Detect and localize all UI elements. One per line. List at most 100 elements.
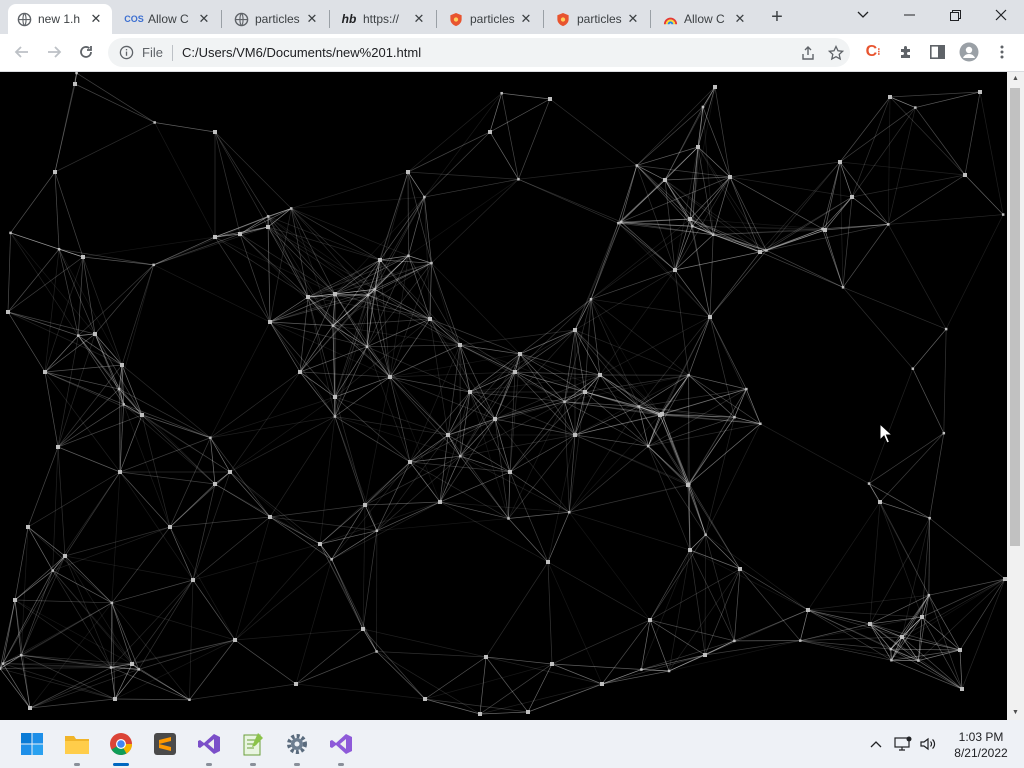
reload-button[interactable] bbox=[74, 40, 98, 64]
minimize-button[interactable] bbox=[886, 0, 932, 30]
particle-link bbox=[891, 659, 963, 690]
close-icon[interactable]: ✕ bbox=[196, 11, 212, 27]
particle-node bbox=[137, 668, 141, 671]
particle-node bbox=[928, 516, 931, 520]
restore-button[interactable] bbox=[932, 0, 978, 30]
close-icon[interactable]: ✕ bbox=[732, 11, 748, 27]
chevron-down-icon bbox=[857, 11, 869, 18]
particle-link bbox=[376, 651, 487, 658]
particle-node bbox=[388, 375, 392, 379]
page-viewport[interactable] bbox=[0, 72, 1007, 720]
particle-node bbox=[728, 175, 732, 179]
particle-node bbox=[878, 500, 882, 504]
chevron-up-icon[interactable] bbox=[866, 734, 886, 754]
taskbar-indicator bbox=[338, 763, 344, 766]
info-icon[interactable] bbox=[118, 45, 134, 61]
particle-link bbox=[366, 346, 391, 378]
particle-link bbox=[20, 555, 66, 656]
side-panel-icon[interactable] bbox=[925, 40, 949, 64]
particle-node bbox=[408, 460, 412, 464]
new-tab-button[interactable]: + bbox=[766, 6, 788, 28]
volume-icon[interactable] bbox=[918, 734, 938, 754]
particle-link bbox=[584, 299, 592, 393]
particle-link bbox=[739, 568, 801, 641]
tab-particles-1[interactable]: particles ✕ bbox=[225, 4, 328, 34]
particle-node bbox=[266, 215, 270, 218]
system-clock[interactable]: 1:03 PM 8/21/2022 bbox=[944, 729, 1018, 761]
particle-link bbox=[367, 294, 431, 320]
forward-button[interactable] bbox=[42, 40, 66, 64]
extension-c-icon[interactable]: C ⁝ bbox=[861, 40, 885, 64]
particle-link bbox=[945, 214, 1004, 330]
close-icon[interactable]: ✕ bbox=[88, 11, 104, 27]
taskbar-notepad-plus-plus[interactable] bbox=[237, 728, 269, 760]
particle-node bbox=[704, 533, 707, 536]
tab-new-1[interactable]: new 1.h ✕ bbox=[8, 4, 112, 34]
particle-node bbox=[484, 655, 488, 659]
particle-link bbox=[407, 92, 502, 173]
puzzle-icon[interactable] bbox=[894, 40, 918, 64]
taskbar-visual-studio-2[interactable] bbox=[325, 728, 357, 760]
vertical-scrollbar[interactable]: ▲ ▼ bbox=[1007, 72, 1024, 720]
particle-link bbox=[111, 602, 140, 670]
particle-node bbox=[468, 390, 472, 394]
particle-link bbox=[295, 651, 377, 685]
particle-link bbox=[494, 418, 576, 436]
tab-allow-2[interactable]: Allow C ✕ bbox=[654, 4, 756, 34]
scroll-down-icon[interactable]: ▼ bbox=[1007, 706, 1024, 720]
taskbar-sublime[interactable] bbox=[149, 728, 181, 760]
scroll-up-icon[interactable]: ▲ bbox=[1007, 72, 1024, 86]
browser-toolbar: File C:/Users/VM6/Documents/new%201.html… bbox=[0, 34, 1024, 72]
particle-link bbox=[429, 318, 449, 436]
scheme-label: File bbox=[142, 45, 163, 60]
particle-node bbox=[841, 286, 845, 289]
particle-link bbox=[891, 595, 930, 661]
particle-link bbox=[54, 72, 77, 173]
particle-link bbox=[918, 595, 930, 661]
particle-node bbox=[152, 263, 155, 267]
particle-node bbox=[188, 698, 191, 701]
particle-link bbox=[638, 374, 689, 407]
particle-link bbox=[509, 471, 549, 563]
tab-particles-3[interactable]: particles ✕ bbox=[547, 4, 649, 34]
menu-kebab-icon[interactable] bbox=[990, 40, 1014, 64]
particle-node bbox=[546, 560, 550, 564]
particle-link bbox=[10, 171, 56, 234]
particle-link bbox=[688, 374, 735, 418]
particle-link bbox=[291, 196, 425, 209]
profile-avatar-icon[interactable] bbox=[957, 40, 981, 64]
taskbar-settings[interactable] bbox=[281, 728, 313, 760]
tab-hb[interactable]: hb https:// ✕ bbox=[333, 4, 435, 34]
particle-node bbox=[867, 482, 871, 485]
particle-node bbox=[917, 659, 920, 662]
close-icon[interactable]: ✕ bbox=[411, 11, 427, 27]
close-icon[interactable]: ✕ bbox=[304, 11, 320, 27]
particle-link bbox=[439, 501, 549, 563]
tab-search-button[interactable] bbox=[840, 0, 886, 30]
particle-link bbox=[379, 196, 425, 261]
tab-title: particles bbox=[577, 12, 622, 26]
address-bar[interactable]: File C:/Users/VM6/Documents/new%201.html bbox=[108, 38, 850, 67]
start-button[interactable] bbox=[16, 728, 48, 760]
particle-link bbox=[729, 161, 841, 178]
particle-link bbox=[807, 594, 929, 611]
back-button[interactable] bbox=[10, 40, 34, 64]
close-icon[interactable]: ✕ bbox=[518, 11, 534, 27]
particle-node bbox=[6, 310, 10, 314]
url-text[interactable]: C:/Users/VM6/Documents/new%201.html bbox=[182, 45, 794, 60]
share-icon[interactable] bbox=[794, 41, 822, 65]
particle-link bbox=[82, 256, 96, 335]
star-icon[interactable] bbox=[822, 41, 850, 65]
scrollbar-thumb[interactable] bbox=[1010, 88, 1020, 546]
tab-allow-1[interactable]: COS Allow C ✕ bbox=[118, 4, 220, 34]
close-icon[interactable]: ✕ bbox=[625, 11, 641, 27]
particle-link bbox=[123, 404, 211, 439]
taskbar-visual-studio-1[interactable] bbox=[193, 728, 225, 760]
tab-particles-2[interactable]: particles ✕ bbox=[440, 4, 542, 34]
particle-link bbox=[27, 526, 66, 557]
taskbar-file-explorer[interactable] bbox=[61, 728, 93, 760]
close-window-button[interactable] bbox=[978, 0, 1024, 30]
taskbar-chrome[interactable] bbox=[105, 728, 137, 760]
particle-node bbox=[130, 662, 134, 666]
network-icon[interactable] bbox=[893, 734, 913, 754]
